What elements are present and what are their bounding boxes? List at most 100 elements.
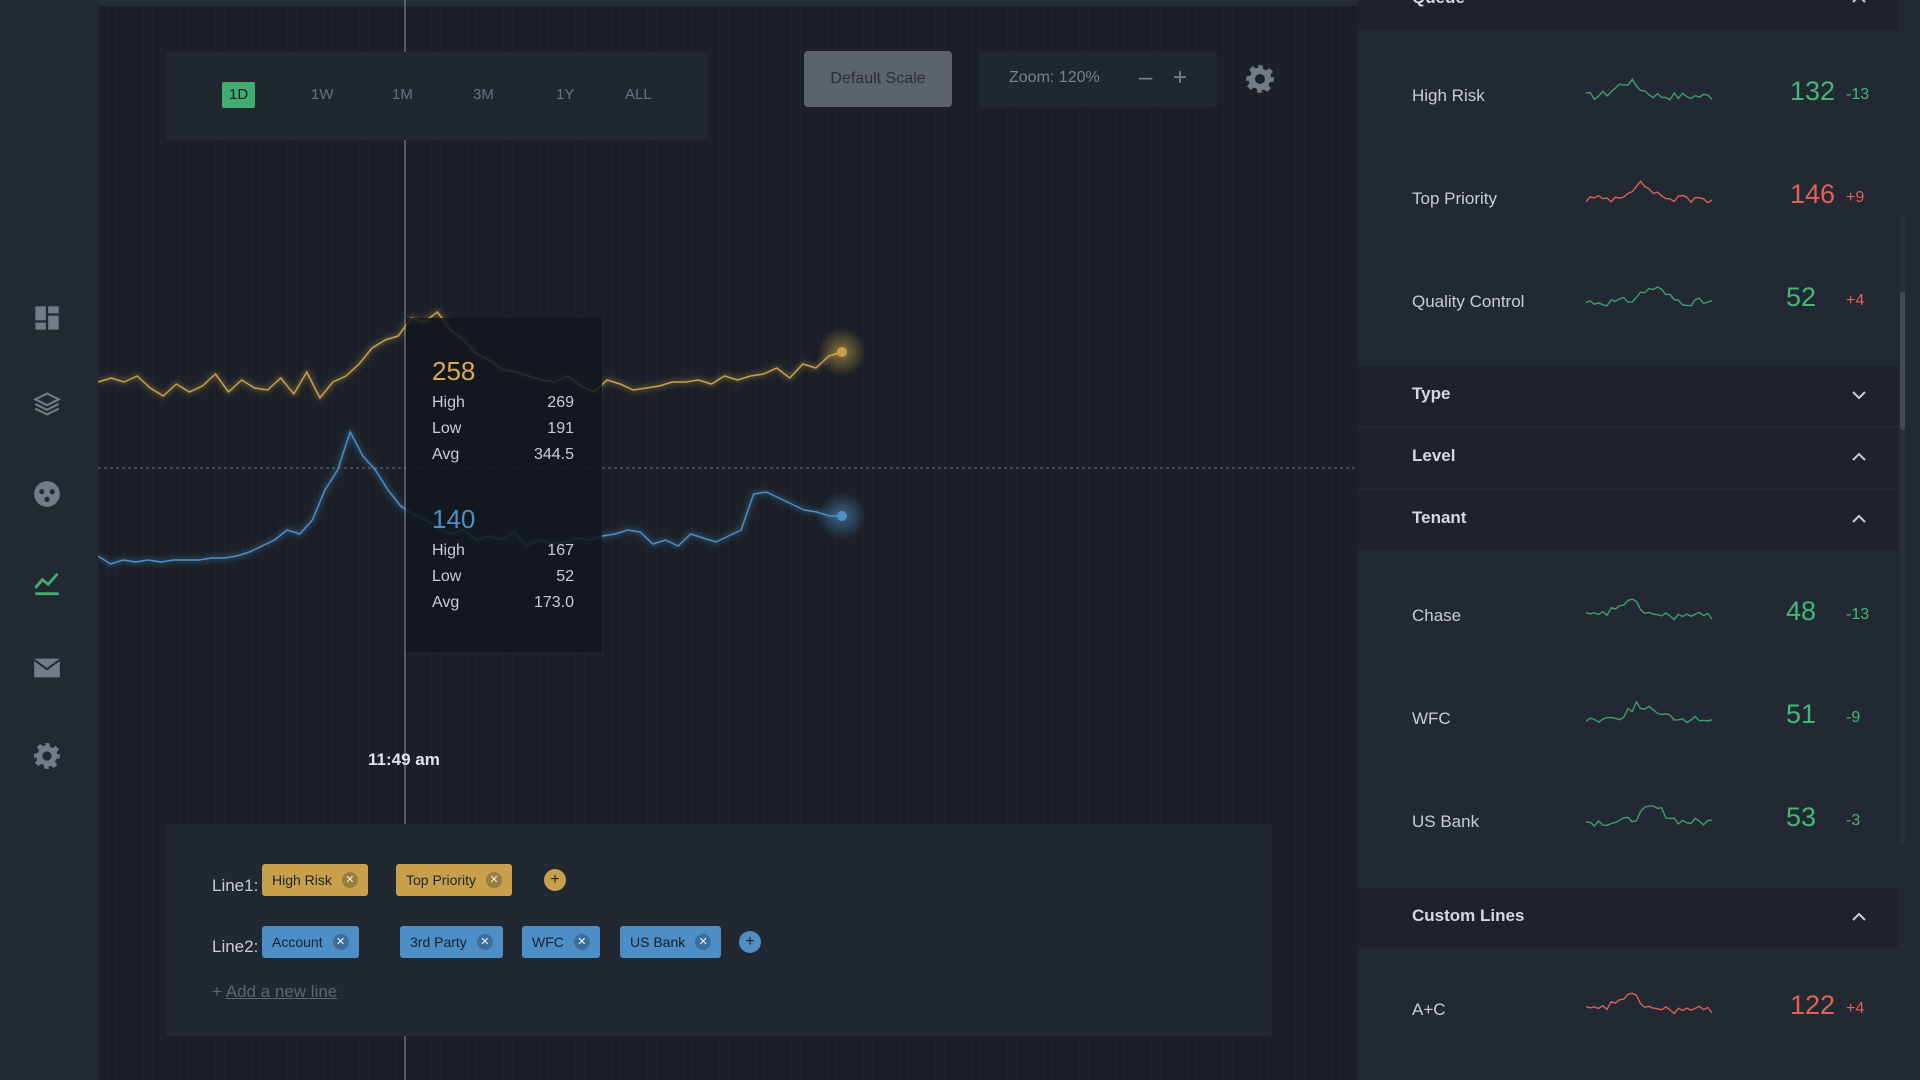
type-section-header[interactable]: Type [1358,366,1898,426]
zoom-out-button[interactable]: – [1139,63,1152,93]
avg-label: Avg [432,446,460,463]
gear-icon[interactable] [31,740,63,772]
low-label: Low [432,568,462,585]
lines-editor-panel: Line1: High Risk ✕ Top Priority ✕ + Line2:… [166,824,1272,1036]
high-label: High [432,542,465,559]
sparkline-path [1586,992,1713,1015]
metric-label: A+C [1412,1000,1446,1019]
line1-tag-top-priority[interactable]: Top Priority ✕ [396,864,513,896]
metric-row[interactable]: Chase 48 -13 [1358,566,1898,666]
sparkline [1586,805,1713,827]
sparkline [1586,598,1713,621]
series2-low-row: Low 52 [432,568,574,586]
metric-value: 122 [1790,990,1836,1020]
add-new-line-link[interactable]: + Add a new line [212,982,337,1002]
tag-label: 3rd Party [410,934,467,950]
sparkline [1586,180,1713,204]
crosshair-time-label: 11:49 am [368,750,440,769]
chevron-up-icon[interactable] [1850,0,1868,8]
range-1w-button[interactable]: 1W [304,82,341,108]
line1-tag-high-risk[interactable]: High Risk ✕ [262,864,368,896]
line2-tag-account[interactable]: Account ✕ [262,926,359,958]
metric-row[interactable]: WFC 51 -9 [1358,669,1898,769]
tenant-title: Tenant [1412,508,1467,527]
chevron-up-icon[interactable] [1850,908,1868,926]
range-all-button[interactable]: ALL [618,82,659,108]
line2-tag-wfc[interactable]: WFC ✕ [522,926,600,958]
metric-row[interactable]: A+C 122 +4 [1358,960,1898,1060]
queue-title: Queue [1412,0,1465,8]
metric-delta: -13 [1846,606,1870,623]
series1-value: 258 [432,356,476,386]
low-value: 191 [547,420,574,437]
left-nav [0,0,98,1080]
remove-tag-icon[interactable]: ✕ [486,872,503,888]
sparkline [1586,78,1713,101]
high-value: 167 [547,542,574,559]
tag-label: Top Priority [406,872,477,888]
remove-tag-icon[interactable]: ✕ [695,934,712,950]
chart-line-icon[interactable] [31,566,63,598]
metric-label: Quality Control [1412,292,1525,311]
remove-tag-icon[interactable]: ✕ [332,934,349,950]
metric-value: 146 [1790,179,1836,209]
metric-value: 132 [1790,76,1836,106]
chart-settings-gear-icon[interactable] [1245,64,1275,94]
metric-value: 48 [1786,596,1817,626]
line1-add-tag-icon[interactable]: + [544,869,566,891]
mail-icon[interactable] [31,652,63,684]
queue-section-header[interactable]: Queue [1358,0,1898,30]
palette-icon[interactable] [31,478,63,510]
dashboard-icon[interactable] [31,302,63,334]
range-3m-button[interactable]: 3M [466,82,501,108]
series1-endpoint[interactable] [837,347,847,357]
default-scale-button[interactable]: Default Scale [804,51,952,107]
metric-label: Top Priority [1412,189,1498,208]
level-section-header[interactable]: Level [1358,428,1898,488]
series2-endpoint[interactable] [837,511,847,521]
tag-label: US Bank [630,934,686,950]
sparkline-path [1586,180,1713,204]
layers-icon[interactable] [31,388,63,420]
range-1y-button[interactable]: 1Y [549,82,581,108]
series1-avg-row: Avg 344.5 [432,446,574,464]
tenant-section-header[interactable]: Tenant [1358,490,1898,550]
metric-value: 53 [1786,802,1817,832]
high-value: 269 [547,394,574,411]
metric-delta: -13 [1846,86,1870,103]
avg-label: Avg [432,594,460,611]
line2-label: Line2: [212,937,259,956]
sparkline-path [1586,700,1713,724]
metric-delta: +4 [1846,292,1865,309]
remove-tag-icon[interactable]: ✕ [573,934,590,950]
series1-low-row: Low 191 [432,420,574,438]
tag-label: Account [272,934,323,950]
chevron-up-icon[interactable] [1850,448,1868,466]
sparkline-path [1586,598,1713,621]
line1-label: Line1: [212,876,259,895]
scrollbar-thumb[interactable] [1900,292,1905,430]
chevron-up-icon[interactable] [1850,510,1868,528]
app-root: 1D 1W 1M 3M 1Y ALL Default Scale Zoom: 1… [0,0,1920,1080]
metric-row[interactable]: High Risk 132 -13 [1358,46,1898,146]
metric-row[interactable]: Quality Control 52 +4 [1358,252,1898,352]
low-value: 52 [556,568,574,585]
remove-tag-icon[interactable]: ✕ [476,934,493,950]
line2-tag-us-bank[interactable]: US Bank ✕ [620,926,722,958]
metric-row[interactable]: US Bank 53 -3 [1358,772,1898,872]
metric-label: WFC [1412,709,1451,728]
range-1m-button[interactable]: 1M [385,82,420,108]
line2-add-tag-icon[interactable]: + [739,931,761,953]
custom-lines-section-header[interactable]: Custom Lines [1358,888,1898,948]
high-label: High [432,394,465,411]
tag-label: WFC [532,934,564,950]
add-new-line-label: Add a new line [225,982,338,1001]
sparkline-path [1586,805,1713,827]
remove-tag-icon[interactable]: ✕ [341,872,358,888]
metric-row[interactable]: Top Priority 146 +9 [1358,149,1898,249]
chevron-down-icon[interactable] [1850,386,1868,404]
range-1d-button[interactable]: 1D [222,82,256,108]
zoom-in-button[interactable]: + [1173,63,1187,93]
low-label: Low [432,420,462,437]
line2-tag-3rd-party[interactable]: 3rd Party ✕ [400,926,503,958]
